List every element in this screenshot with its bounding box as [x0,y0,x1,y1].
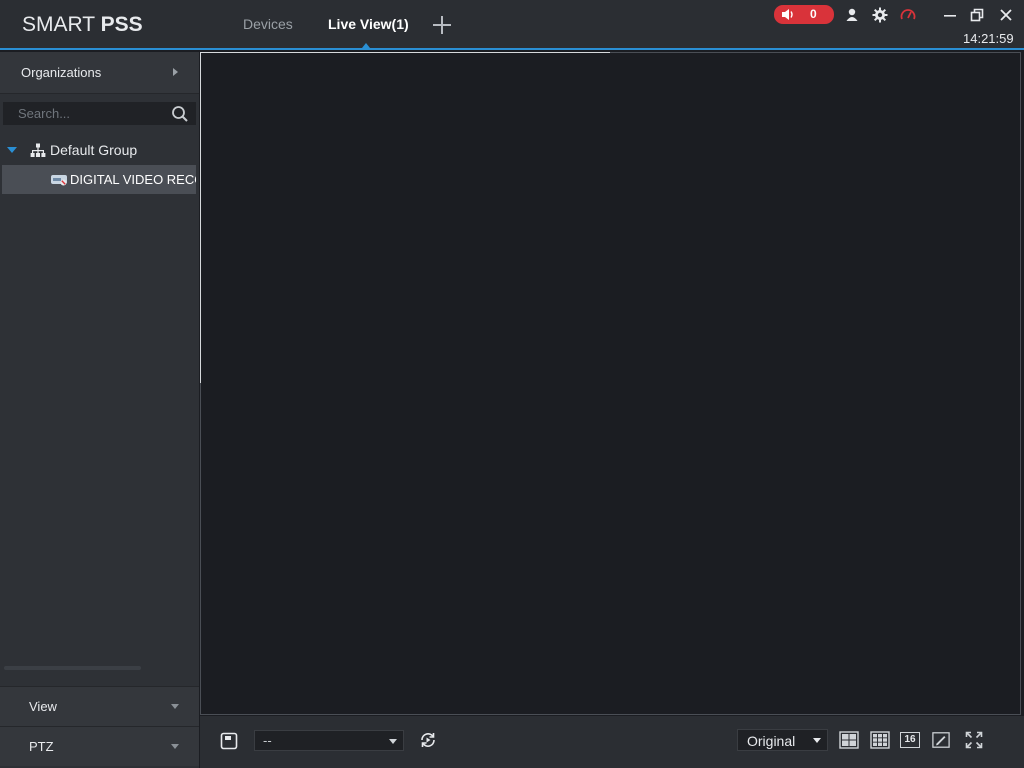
live-view-toolbar: -- Original 16 [200,716,1024,768]
view-select-value: -- [263,733,272,748]
chevron-down-icon [813,738,821,743]
chevron-down-icon [389,739,397,744]
dvr-icon [51,175,67,186]
horizontal-scrollbar[interactable] [4,666,141,670]
video-window-1[interactable] [200,52,611,384]
aspect-ratio-value: Original [747,733,796,749]
view-panel-label: View [29,699,57,714]
video-window-3[interactable] [200,383,611,715]
tree-group-default[interactable]: Default Group [0,138,199,162]
device-sidebar: Organizations Default Group [0,52,199,768]
refresh-icon[interactable] [419,731,437,749]
view-panel-header[interactable]: View [0,686,199,726]
expand-arrow-icon[interactable] [7,147,17,153]
chevron-right-icon [173,68,178,76]
tab-devices[interactable]: Devices [243,16,293,32]
layout-16-button[interactable]: 16 [900,732,920,748]
save-view-icon[interactable] [220,732,238,750]
user-icon[interactable] [844,7,860,23]
gear-icon[interactable] [872,7,888,23]
ptz-panel-header[interactable]: PTZ [0,726,199,766]
add-tab-button[interactable] [431,14,453,36]
fullscreen-icon[interactable] [965,731,983,749]
app-logo: SMART PSS [22,13,143,37]
speaker-icon [782,9,793,20]
clock: 14:21:59 [963,31,1014,46]
ptz-panel-label: PTZ [29,739,54,754]
aspect-ratio-select[interactable]: Original [737,729,828,751]
live-view-grid [200,52,1021,715]
logo-light-text: SMART [22,13,101,36]
organizations-header[interactable]: Organizations [0,52,199,94]
search-icon[interactable] [171,105,189,123]
logo-bold-text: PSS [100,13,143,36]
video-window-4[interactable] [610,383,1021,715]
layout-4-icon[interactable] [839,731,859,749]
view-select[interactable]: -- [254,730,404,751]
organizations-label: Organizations [21,65,102,80]
edit-layout-icon[interactable] [932,731,950,749]
org-tree-icon [30,143,46,157]
video-window-2[interactable] [610,52,1021,384]
alarm-count: 0 [810,7,817,21]
chevron-down-icon [171,704,179,709]
device-label: DIGITAL VIDEO RECORDER [70,172,196,187]
active-tab-indicator [362,43,370,48]
title-bar: SMART PSS Devices Live View(1) 0 14:21:5… [0,0,1024,50]
tab-live-view[interactable]: Live View(1) [328,16,409,32]
close-button[interactable] [998,7,1014,23]
minimize-button[interactable] [942,7,958,23]
layout-9-icon[interactable] [870,731,890,749]
tree-device-dvr[interactable]: DIGITAL VIDEO RECORDER [2,165,196,194]
restore-button[interactable] [969,7,985,23]
search-box [3,102,196,125]
search-input[interactable] [4,103,178,124]
speedometer-icon[interactable] [900,7,916,23]
group-label: Default Group [50,142,138,158]
alarm-button[interactable]: 0 [774,5,834,24]
chevron-down-icon [171,744,179,749]
